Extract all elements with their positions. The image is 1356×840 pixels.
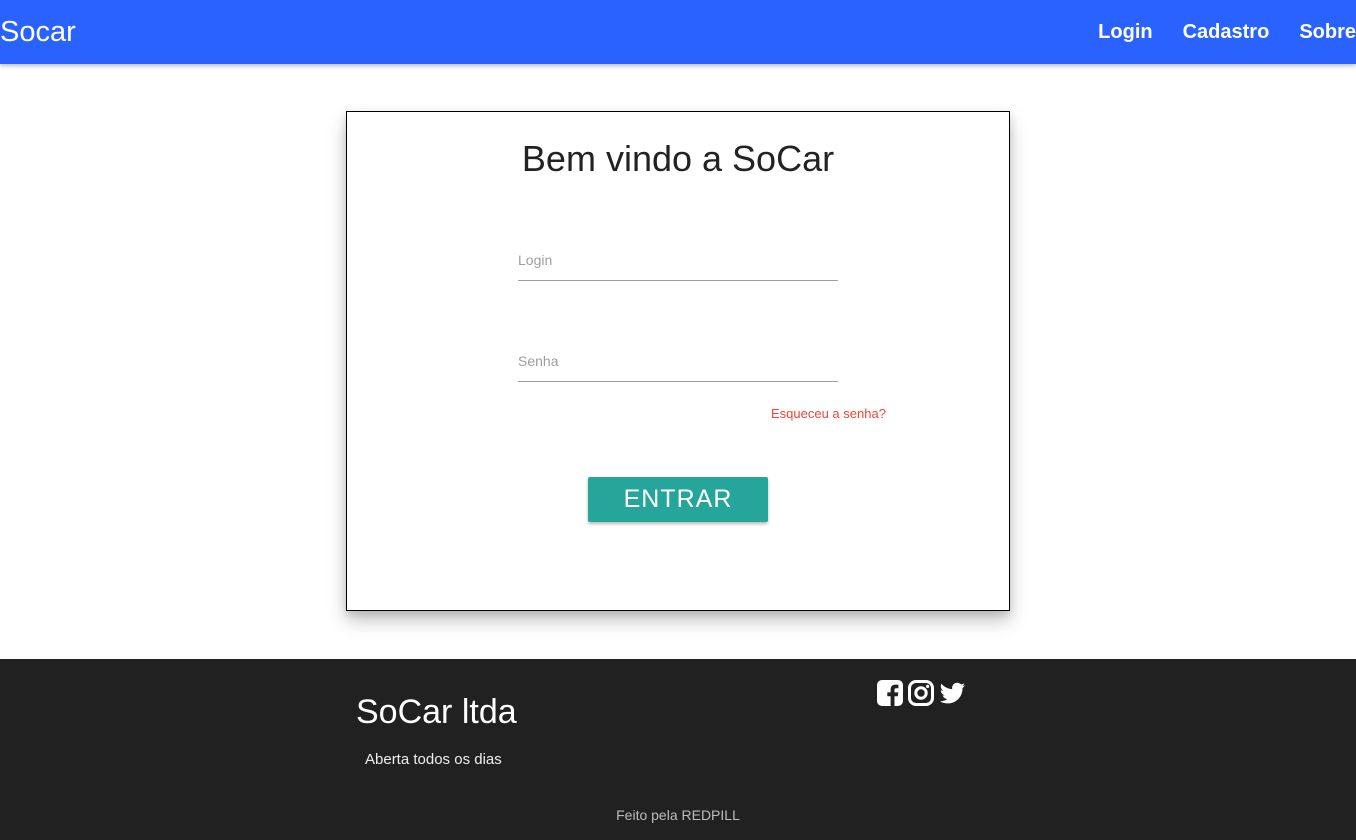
footer-title: SoCar ltda: [356, 693, 517, 731]
footer-subtitle: Aberta todos os dias: [365, 751, 502, 768]
login-field-wrapper: [518, 252, 838, 281]
password-input[interactable]: [518, 353, 838, 381]
instagram-icon[interactable]: [907, 679, 935, 707]
forgot-password-link[interactable]: Esqueceu a senha?: [771, 406, 886, 421]
page-footer: SoCar ltda Aberta todos os dias Feito pe…: [0, 659, 1356, 840]
brand-logo[interactable]: Socar: [0, 0, 76, 64]
login-card: Bem vindo a SoCar Esqueceu a senha? ENTR…: [346, 111, 1010, 611]
twitter-icon[interactable]: [938, 679, 966, 707]
welcome-title: Bem vindo a SoCar: [521, 138, 835, 179]
login-input[interactable]: [518, 252, 838, 280]
footer-credit: Feito pela REDPILL: [616, 807, 740, 823]
nav-links: Login Cadastro Sobre: [1068, 0, 1356, 64]
entrar-button[interactable]: ENTRAR: [588, 477, 768, 522]
nav-link-cadastro[interactable]: Cadastro: [1183, 21, 1270, 44]
top-navbar: Socar Login Cadastro Sobre: [0, 0, 1356, 64]
social-links: [876, 679, 966, 707]
password-field-wrapper: [518, 353, 838, 382]
facebook-icon[interactable]: [876, 679, 904, 707]
nav-link-login[interactable]: Login: [1098, 21, 1152, 44]
nav-link-sobre[interactable]: Sobre: [1299, 21, 1356, 44]
